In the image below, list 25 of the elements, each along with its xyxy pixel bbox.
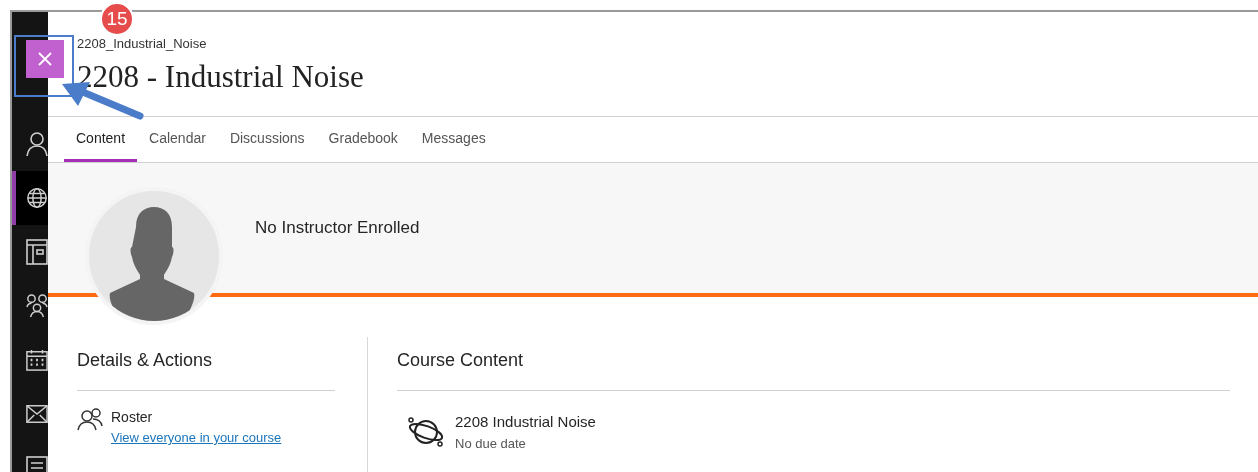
planet-icon — [407, 415, 445, 449]
people-icon — [26, 293, 48, 319]
people-icon — [77, 407, 103, 431]
close-button[interactable] — [26, 40, 64, 78]
step-badge: 15 — [100, 2, 134, 36]
section-heading: Details & Actions — [77, 347, 335, 391]
content-title[interactable]: 2208 Industrial Noise — [455, 411, 596, 434]
nav-tab[interactable]: Calendar — [137, 117, 218, 162]
nav-tab[interactable]: Messages — [409, 117, 498, 162]
calendar-icon — [26, 348, 48, 372]
detail-title: Roster — [111, 408, 154, 427]
roster-link[interactable]: View everyone in your course — [111, 428, 282, 448]
person-icon — [26, 131, 48, 157]
nav-tab[interactable]: Discussions — [217, 117, 317, 162]
nav-tab[interactable]: Gradebook — [316, 117, 410, 162]
due-date: No due date — [455, 434, 527, 453]
instructor-name: No Instructor Enrolled — [255, 217, 420, 240]
sidebar-item[interactable] — [12, 171, 48, 225]
highlight-frame — [14, 35, 74, 97]
book-icon — [26, 239, 48, 265]
section-heading: Course Content — [397, 347, 1230, 391]
mail-icon — [26, 404, 48, 424]
breadcrumb[interactable]: 2208_Industrial_Noise — [77, 34, 1258, 54]
close-icon — [38, 52, 52, 66]
globe-icon — [26, 186, 48, 210]
